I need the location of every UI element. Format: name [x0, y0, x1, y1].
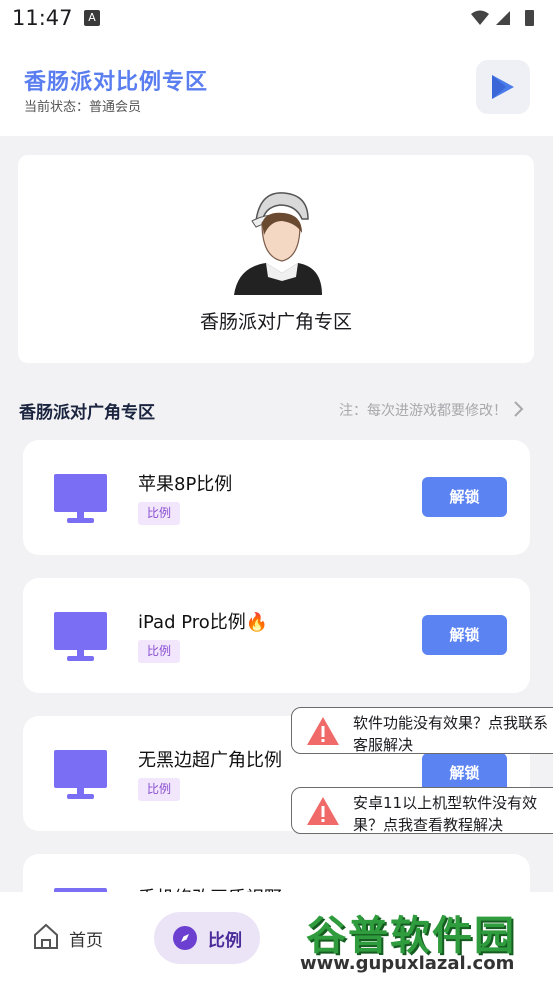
hero-card: 香肠派对广角专区 [18, 155, 534, 363]
item-tag: 比例 [138, 640, 181, 663]
warning-icon [307, 797, 339, 825]
nav-home-label: 首页 [69, 931, 103, 951]
play-store-icon [492, 75, 514, 99]
ratio-card-ipad-pro[interactable]: iPad Pro比例🔥 比例 解锁 [23, 578, 530, 693]
status-bar: 11:47 A [0, 0, 553, 36]
home-icon [34, 923, 58, 949]
status-time: 11:47 [12, 6, 73, 30]
hero-title: 香肠派对广角专区 [199, 311, 352, 333]
monitor-icon [54, 612, 107, 661]
item-name: 苹果8P比例 [138, 474, 233, 495]
notification-icon: A [84, 10, 100, 26]
compass-icon [173, 926, 197, 950]
item-tag: 比例 [138, 502, 181, 525]
ratio-card-iphone8p[interactable]: 苹果8P比例 比例 解锁 [23, 440, 530, 555]
watermark: 谷普软件园 www.gupuxlazal.com [292, 895, 553, 984]
warning-icon [307, 717, 339, 745]
monitor-icon [54, 474, 107, 523]
page-title: 香肠派对比例专区 [24, 70, 209, 95]
watermark-url: www.gupuxlazal.com [300, 953, 515, 974]
member-status: 当前状态：普通会员 [24, 100, 142, 115]
section-note[interactable]: 注：每次进游戏都要修改！ [339, 400, 507, 420]
toast-message: 软件功能没有效果？点我联系客服解决 [353, 714, 549, 754]
play-button[interactable] [476, 60, 530, 114]
app-header: 香肠派对比例专区 当前状态：普通会员 [0, 36, 553, 136]
avatar [234, 192, 322, 295]
item-name: iPad Pro比例🔥 [138, 612, 269, 633]
toast-message: 安卓11以上机型软件没有效果？点我查看教程解决 [353, 794, 538, 834]
chevron-right-icon[interactable] [513, 400, 525, 418]
unlock-button[interactable]: 解锁 [422, 615, 507, 655]
unlock-button[interactable]: 解锁 [422, 477, 507, 517]
item-tag: 比例 [138, 778, 181, 801]
section-title: 香肠派对广角专区 [19, 403, 155, 423]
toast-contact-support[interactable]: 软件功能没有效果？点我联系客服解决 [291, 707, 553, 754]
nav-ratio-label: 比例 [208, 931, 242, 951]
toast-android11-tutorial[interactable]: 安卓11以上机型软件没有效果？点我查看教程解决 [291, 787, 553, 834]
nav-ratio[interactable]: 比例 [154, 912, 260, 964]
item-name: 无黑边超广角比例 [138, 750, 282, 771]
monitor-icon [54, 750, 107, 799]
system-icons [471, 10, 534, 26]
